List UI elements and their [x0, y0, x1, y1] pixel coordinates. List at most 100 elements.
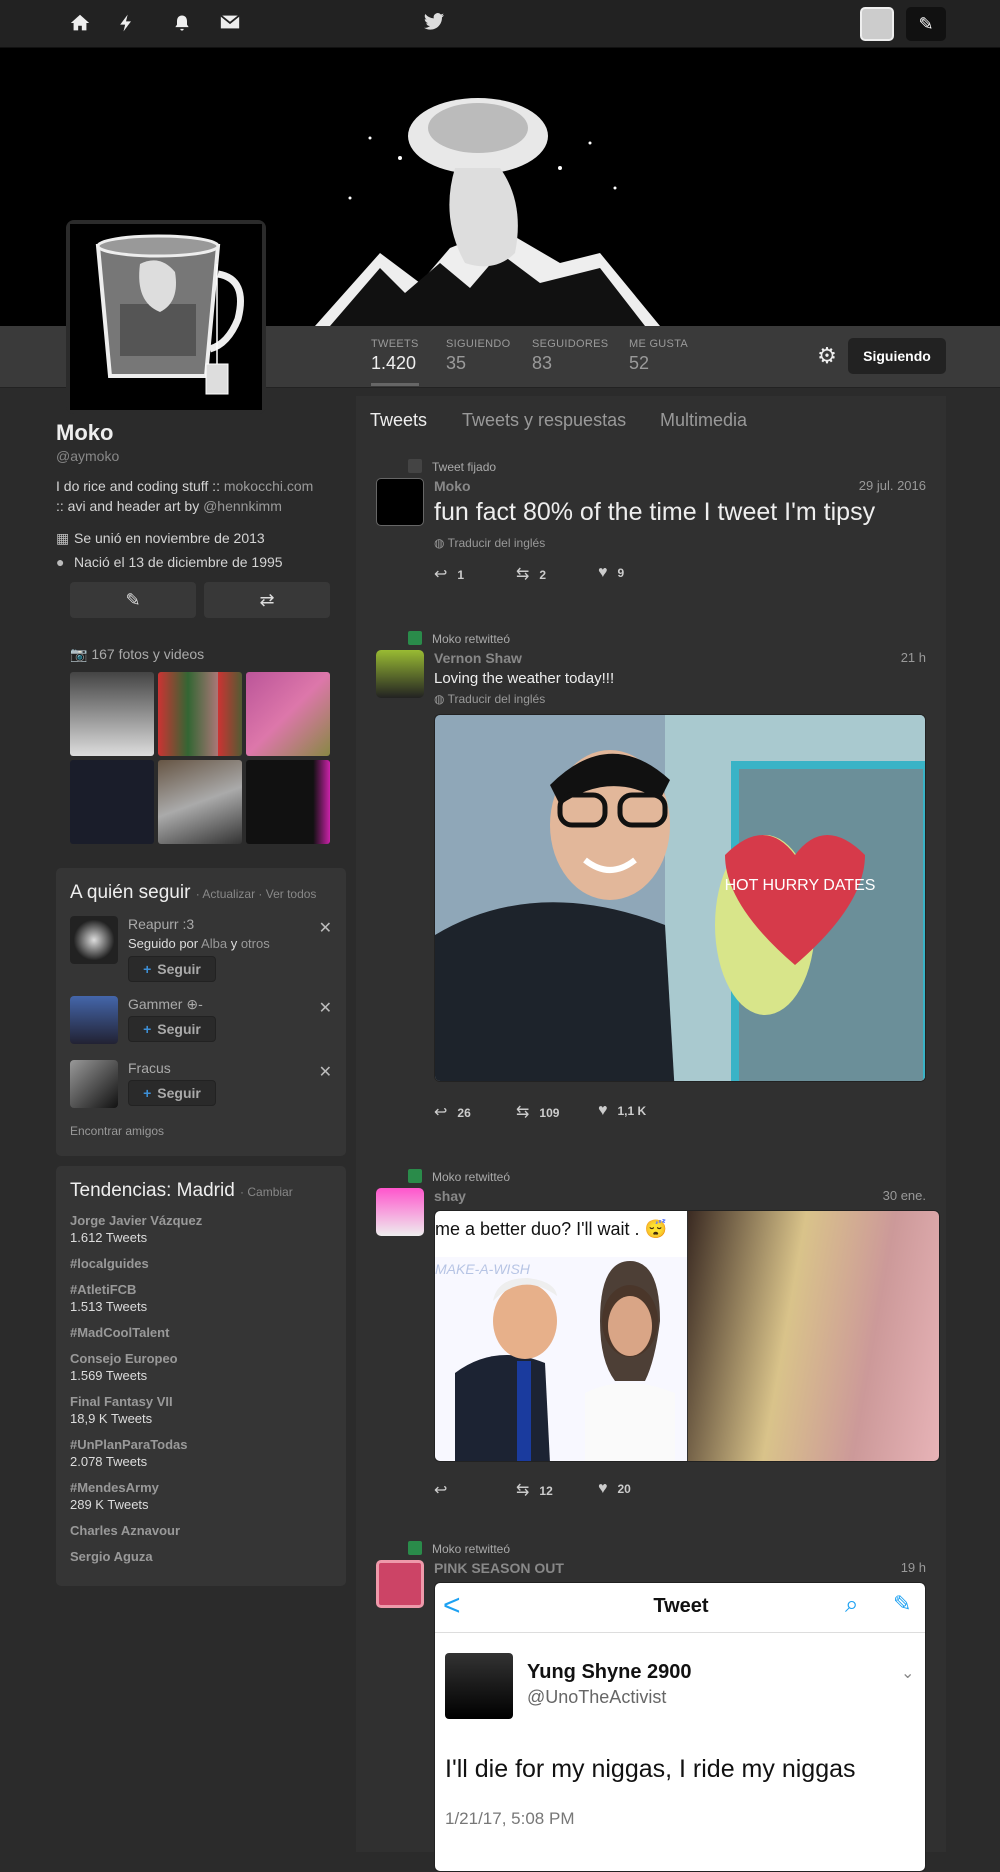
tweet-photo[interactable]: me a better duo? I'll wait . 😴 MAKE-A-WI… — [434, 1210, 940, 1462]
avatar[interactable] — [70, 916, 118, 964]
following-button[interactable]: Siguiendo — [848, 338, 946, 374]
reply-icon: ↩ — [434, 566, 448, 583]
translate-link[interactable]: ◍ Traducir del inglés — [434, 536, 545, 550]
like-action[interactable]: ♥ 9 — [598, 564, 624, 582]
home-icon[interactable] — [68, 12, 92, 36]
like-action[interactable]: ♥ 20 — [598, 1480, 631, 1498]
photo-thumb[interactable] — [158, 672, 242, 756]
tweet-timestamp[interactable]: 21 h — [901, 650, 926, 665]
avatar[interactable] — [376, 1188, 424, 1236]
joined-date: ▦ Se unió en noviembre de 2013 — [56, 526, 336, 550]
bio-website-link[interactable]: mokocchi.com — [224, 478, 313, 494]
photos-header[interactable]: 📷 167 fotos y videos — [70, 646, 204, 663]
compose-icon[interactable]: ✎ — [906, 7, 946, 41]
tab-tweets-replies[interactable]: Tweets y respuestas — [462, 410, 626, 431]
tweet-author[interactable]: Moko — [434, 478, 471, 494]
tweet-timestamp[interactable]: 29 jul. 2016 — [859, 478, 926, 493]
embed-text: I'll die for my niggas, I ride my niggas — [445, 1755, 856, 1783]
stat-tweets[interactable]: TWEETS 1.420 — [371, 338, 419, 386]
follow-button[interactable]: + Seguir — [128, 956, 216, 982]
globe-icon: ◍ — [434, 692, 445, 706]
lightning-icon[interactable] — [114, 12, 138, 36]
compose-icon: ✎ — [125, 590, 141, 610]
photo-thumb[interactable] — [246, 760, 330, 844]
trend-item[interactable]: #AtletiFCB 1.513 Tweets — [70, 1281, 332, 1315]
trend-item[interactable]: #localguides — [70, 1255, 332, 1272]
tweet-timestamp[interactable]: 19 h — [901, 1560, 926, 1575]
twitter-bird-icon[interactable] — [422, 12, 446, 36]
tab-media[interactable]: Multimedia — [660, 410, 747, 431]
bio-artist-link[interactable]: @hennkimm — [203, 498, 282, 514]
suggested-user-name[interactable]: Gammer ⊕- — [128, 996, 203, 1013]
like-action[interactable]: ♥ 1,1 K — [598, 1102, 646, 1120]
avatar[interactable] — [70, 996, 118, 1044]
message-button[interactable]: ⇄ — [204, 582, 330, 618]
retweet-action[interactable]: ⇆ 12 — [516, 1480, 553, 1500]
find-friends-link[interactable]: Encontrar amigos — [70, 1124, 164, 1138]
avatar[interactable] — [376, 1560, 424, 1608]
photo-thumb[interactable] — [158, 760, 242, 844]
stat-following[interactable]: SIGUIENDO 35 — [446, 338, 510, 386]
tweet-author[interactable]: Vernon Shaw — [434, 650, 522, 666]
who-to-follow-actions[interactable]: · Actualizar · Ver todos — [196, 887, 317, 901]
balloon-icon: ● — [56, 554, 65, 570]
trend-item[interactable]: Charles Aznavour — [70, 1522, 332, 1539]
stat-likes[interactable]: ME GUSTA 52 — [629, 338, 688, 386]
retweet-action[interactable]: ⇆ 109 — [516, 1102, 559, 1122]
stat-followers[interactable]: SEGUIDORES 83 — [532, 338, 608, 386]
user-avatar[interactable] — [860, 7, 894, 41]
suggested-user-name[interactable]: Fracus — [128, 1060, 171, 1076]
heart-sign-text: HOT HURRY DATES — [725, 877, 876, 894]
trends-change-link[interactable]: · Cambiar — [240, 1185, 293, 1199]
follow-button[interactable]: + Seguir — [128, 1080, 216, 1106]
profile-action-buttons: ✎ ⇄ — [70, 582, 330, 618]
tweet-screenshot[interactable]: < Tweet ⌕ ✎ Yung Shyne 2900 @UnoTheActiv… — [434, 1582, 926, 1872]
calendar-icon: ▦ — [56, 530, 70, 546]
tweet-timestamp[interactable]: 30 ene. — [883, 1188, 926, 1203]
avatar[interactable] — [70, 1060, 118, 1108]
heart-icon: ♥ — [598, 1480, 608, 1497]
trend-item[interactable]: #UnPlanParaTodas 2.078 Tweets — [70, 1436, 332, 1470]
chevron-down-icon: ⌄ — [901, 1665, 915, 1682]
avatar[interactable] — [376, 650, 424, 698]
trend-item[interactable]: Consejo Europeo 1.569 Tweets — [70, 1350, 332, 1384]
tweet[interactable]: Moko retwitteó Vernon Shaw 21 h Loving t… — [356, 626, 946, 1121]
reply-action[interactable]: ↩ 26 — [434, 1102, 471, 1122]
tab-tweets[interactable]: Tweets — [370, 410, 427, 431]
tweet[interactable]: Tweet fijado Moko 29 jul. 2016 fun fact … — [356, 454, 946, 590]
trend-item[interactable]: #MendesArmy 289 K Tweets — [70, 1479, 332, 1513]
tweet-text: fun fact 80% of the time I tweet I'm tip… — [434, 498, 876, 526]
stat-value: 52 — [629, 353, 650, 373]
trend-item[interactable]: Final Fantasy VII 18,9 K Tweets — [70, 1393, 332, 1427]
photo-thumb[interactable] — [70, 760, 154, 844]
close-icon[interactable]: ✕ — [319, 918, 332, 938]
retweet-action[interactable]: ⇆ 2 — [516, 564, 546, 584]
profile-avatar[interactable] — [66, 220, 266, 414]
suggested-user[interactable]: Gammer ⊕- + Seguir ✕ — [70, 996, 332, 1048]
avatar[interactable] — [376, 478, 424, 526]
close-icon[interactable]: ✕ — [319, 998, 332, 1018]
suggested-user-name[interactable]: Reapurr :3 — [128, 916, 194, 932]
trend-item[interactable]: Sergio Aguza — [70, 1548, 332, 1565]
suggested-user[interactable]: Fracus + Seguir ✕ — [70, 1060, 332, 1112]
suggested-user[interactable]: Reapurr :3 Seguido por Alba y otros + Seg… — [70, 916, 332, 982]
close-icon[interactable]: ✕ — [319, 1062, 332, 1082]
tweet[interactable]: Moko retwitteó PINK SEASON OUT 19 h < Tw… — [356, 1536, 946, 1872]
tweet[interactable]: Moko retwitteó shay 30 ene. me a better … — [356, 1164, 946, 1499]
trend-item[interactable]: #MadCoolTalent — [70, 1324, 332, 1341]
translate-link[interactable]: ◍ Traducir del inglés — [434, 692, 545, 706]
tweet-author[interactable]: shay — [434, 1188, 466, 1204]
profile-handle[interactable]: @aymoko — [56, 448, 336, 464]
follow-button[interactable]: + Seguir — [128, 1016, 216, 1042]
tweet-photo[interactable]: HOT HURRY DATES — [434, 714, 926, 1082]
reply-action[interactable]: ↩ 1 — [434, 564, 464, 584]
gear-icon[interactable]: ⚙ — [814, 343, 840, 369]
bell-icon[interactable] — [170, 12, 194, 36]
reply-action[interactable]: ↩ — [434, 1480, 457, 1500]
envelope-icon[interactable] — [218, 12, 242, 36]
trend-item[interactable]: Jorge Javier Vázquez 1.612 Tweets — [70, 1212, 332, 1246]
photo-thumb[interactable] — [246, 672, 330, 756]
tweet-to-button[interactable]: ✎ — [70, 582, 196, 618]
photo-thumb[interactable] — [70, 672, 154, 756]
tweet-author[interactable]: PINK SEASON OUT — [434, 1560, 564, 1576]
